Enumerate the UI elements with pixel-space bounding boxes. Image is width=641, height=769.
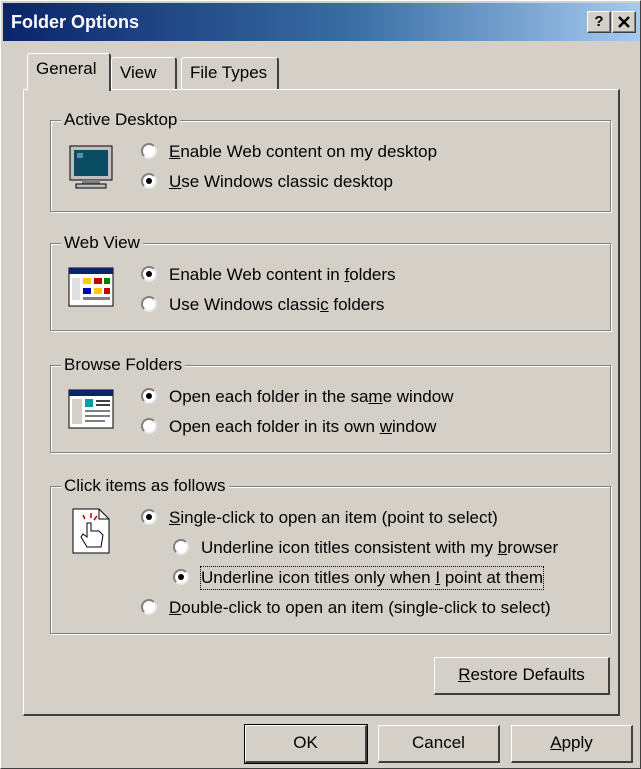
- tab-view-label: View: [120, 63, 157, 82]
- radio-indicator: [141, 296, 157, 312]
- general-tab-panel: Active Desktop Enable Web content on my …: [23, 89, 620, 716]
- option-label: Open each folder in its own window: [169, 417, 437, 436]
- window-browse-icon: [68, 389, 114, 429]
- option-label: Use Windows classic desktop: [169, 172, 393, 191]
- tab-view[interactable]: View: [111, 57, 177, 91]
- radio-indicator: [141, 266, 157, 282]
- radio-indicator: [141, 509, 157, 525]
- option-label: Underline icon titles consistent with my…: [201, 538, 559, 557]
- tab-general[interactable]: General: [27, 53, 111, 91]
- option-label: Open each folder in the same window: [169, 387, 454, 406]
- browse-folders-group: Browse Folders Open each folder in the s…: [50, 355, 611, 453]
- cancel-button[interactable]: Cancel: [378, 725, 500, 763]
- tab-general-label: General: [36, 59, 97, 78]
- radio-indicator: [141, 599, 157, 615]
- apply-button[interactable]: Apply: [511, 725, 633, 763]
- radio-indicator: [141, 388, 157, 404]
- radio-indicator: [173, 539, 189, 555]
- tab-file-types[interactable]: File Types: [181, 57, 279, 91]
- option-label: Double-click to open an item (single-cli…: [169, 598, 551, 617]
- folder-options-dialog: Folder Options ? General View File Types…: [0, 0, 641, 769]
- title-bar[interactable]: Folder Options ?: [3, 3, 640, 41]
- option-label: Single-click to open an item (point to s…: [169, 508, 498, 527]
- option-label: Use Windows classic folders: [169, 295, 385, 314]
- close-button[interactable]: [612, 11, 636, 33]
- active-desktop-group: Active Desktop Enable Web content on my …: [50, 110, 611, 212]
- ok-button[interactable]: OK: [244, 724, 368, 764]
- hand-cursor-icon: [72, 508, 110, 554]
- web-folder-icon: [68, 267, 114, 307]
- restore-defaults-button[interactable]: Restore Defaults: [434, 657, 610, 695]
- tab-file-types-label: File Types: [190, 63, 268, 82]
- active-desktop-group-title: Active Desktop: [61, 110, 181, 130]
- radio-indicator: [141, 173, 157, 189]
- option-label: Enable Web content on my desktop: [169, 142, 438, 161]
- click-items-group-title: Click items as follows: [61, 476, 229, 496]
- window-title: Folder Options: [11, 12, 139, 32]
- radio-indicator: [141, 418, 157, 434]
- radio-indicator: [141, 143, 157, 159]
- radio-indicator: [173, 569, 189, 585]
- web-view-group-title: Web View: [61, 233, 143, 253]
- browse-folders-group-title: Browse Folders: [61, 355, 186, 375]
- help-button[interactable]: ?: [587, 11, 611, 33]
- option-label: Underline icon titles only when I point …: [199, 566, 545, 590]
- click-items-group: Click items as follows Single-click to o…: [50, 476, 611, 634]
- web-view-group: Web View Enable Web content in folders U…: [50, 233, 611, 331]
- close-icon: [618, 16, 630, 28]
- option-label: Enable Web content in folders: [169, 265, 396, 284]
- monitor-icon: [69, 145, 113, 189]
